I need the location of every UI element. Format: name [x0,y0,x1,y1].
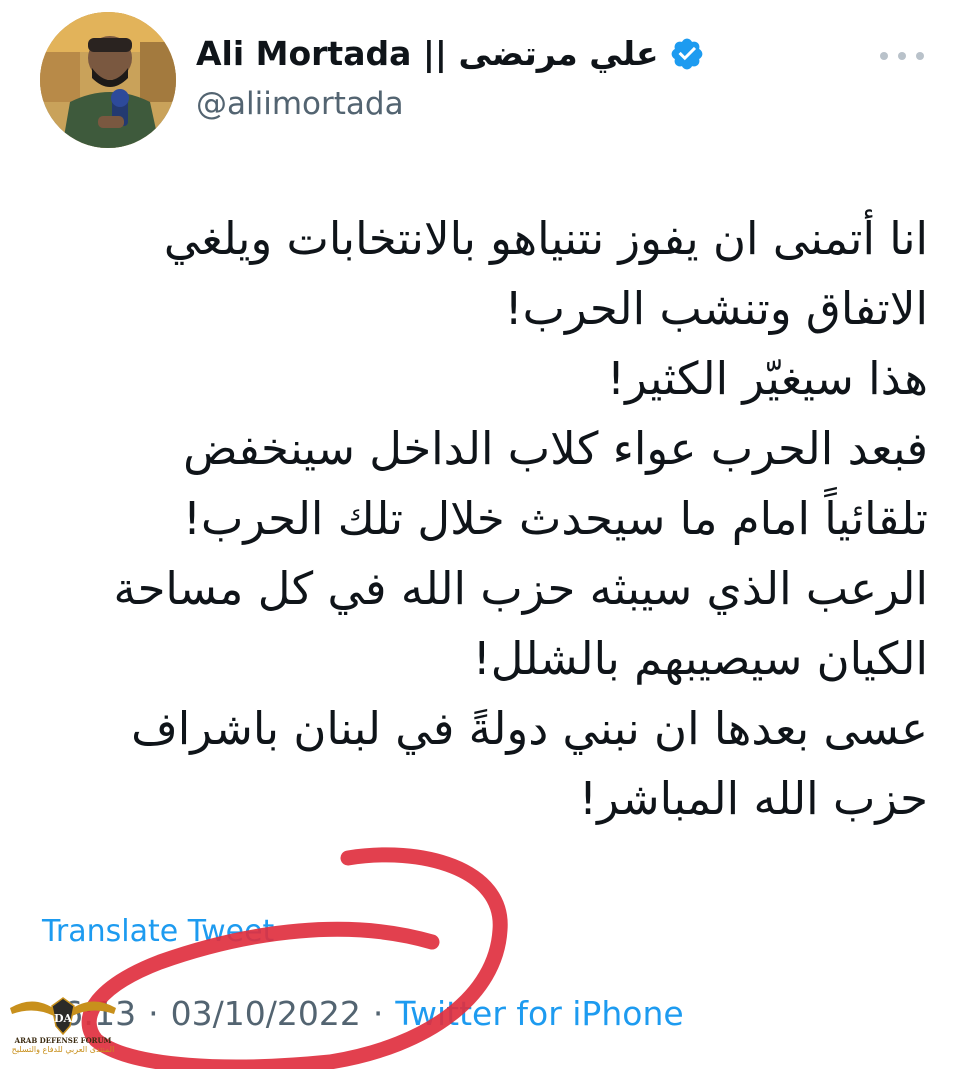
tweet-text: انا أتمنى ان يفوز نتنياهو بالانتخابات وي… [68,204,928,834]
svg-text:DA: DA [54,1012,73,1025]
tweet-line: حزب الله المباشر! [579,772,928,825]
tweet-line: الاتفاق وتنشب الحرب! [504,282,928,335]
dot [916,52,924,60]
forum-watermark: DA ARAB DEFENSE FORUM المنتدى العربي للد… [4,992,122,1066]
tweet-line: الرعب الذي سيبثه حزب الله في كل مساحة [113,562,928,615]
tweet-line: هذا سيغيّر الكثير! [607,352,928,405]
more-dots-icon[interactable] [880,44,924,68]
author-handle[interactable]: @aliimortada [196,86,404,122]
tweet-meta: 6:13 · 03/10/2022 · Twitter for iPhone [62,994,684,1033]
tweet-card: Ali Mortada || علي مرتضى @aliimortada ان… [0,0,968,1069]
meta-separator: · [372,994,384,1033]
tweet-line: تلقائياً امام ما سيحدث خلال تلك الحرب! [182,492,928,545]
tweet-line: انا أتمنى ان يفوز نتنياهو بالانتخابات وي… [163,212,928,265]
watermark-name-ar: المنتدى العربي للدفاع والتسليح [11,1045,115,1054]
dot [880,52,888,60]
tweet-date[interactable]: 03/10/2022 [171,994,361,1033]
verified-badge-icon [671,38,702,69]
watermark-name-en: ARAB DEFENSE FORUM [14,1036,112,1045]
tweet-source-link[interactable]: Twitter for iPhone [395,994,683,1033]
author-avatar[interactable] [40,12,176,148]
tweet-line: الكيان سيصيبهم بالشلل! [472,632,928,685]
tweet-line: عسى بعدها ان نبني دولةً في لبنان باشراف [131,702,928,755]
meta-separator: · [148,994,159,1033]
arab-defense-forum-logo: DA [10,997,116,1036]
avatar-photo [40,12,176,148]
dot [898,52,906,60]
translate-tweet-link[interactable]: Translate Tweet [42,914,274,949]
author-display-name[interactable]: Ali Mortada || علي مرتضى [196,34,659,73]
author-display-name-row[interactable]: Ali Mortada || علي مرتضى [196,34,705,73]
tweet-line: فبعد الحرب عواء كلاب الداخل سينخفض [183,422,928,475]
